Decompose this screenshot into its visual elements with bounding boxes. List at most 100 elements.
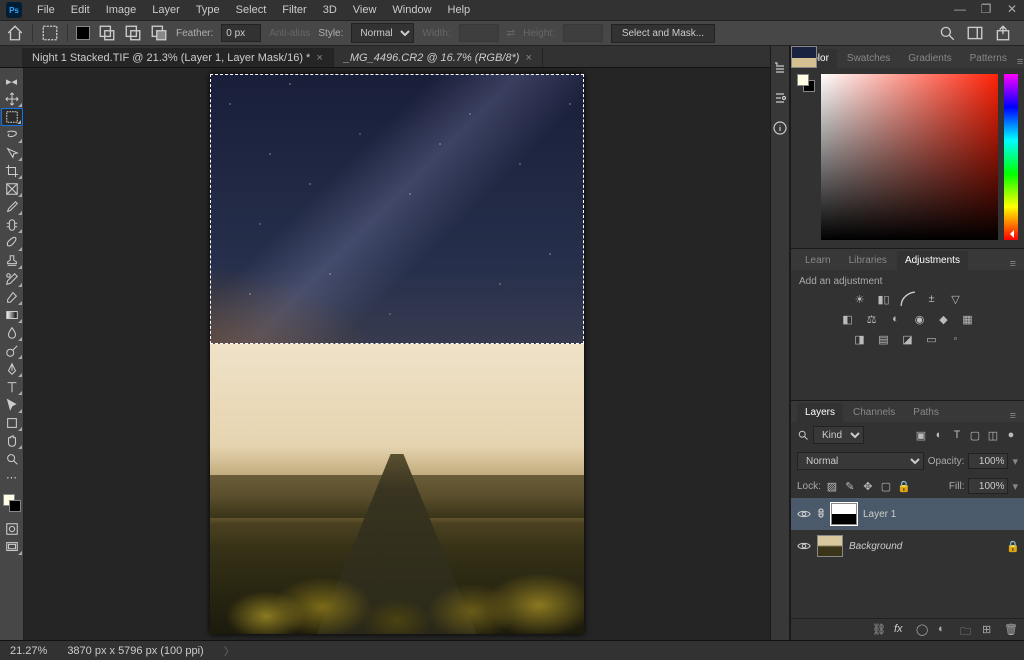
menu-image[interactable]: Image <box>99 2 144 18</box>
document-tab-1[interactable]: Night 1 Stacked.TIF @ 21.3% (Layer 1, La… <box>22 48 334 67</box>
selective-adj-icon[interactable]: ◦ <box>948 332 964 346</box>
marquee-tool-icon[interactable] <box>41 24 59 42</box>
tab-paths[interactable]: Paths <box>905 403 947 422</box>
lock-all-icon[interactable]: 🔒 <box>897 479 911 493</box>
eraser-tool[interactable] <box>1 288 23 306</box>
filter-toggle-icon[interactable]: ● <box>1004 428 1018 442</box>
link-layers-icon[interactable]: ⛓ <box>872 623 886 637</box>
selection-new-icon[interactable] <box>76 26 90 40</box>
hand-tool[interactable] <box>1 432 23 450</box>
tab-close-icon[interactable]: × <box>316 52 322 64</box>
lasso-tool[interactable] <box>1 126 23 144</box>
fill-input[interactable] <box>968 478 1008 494</box>
tab-adjustments[interactable]: Adjustments <box>897 251 968 270</box>
hue-slider[interactable] <box>1004 74 1018 240</box>
fx-icon[interactable]: fx <box>894 623 908 637</box>
share-icon[interactable] <box>994 24 1012 42</box>
select-and-mask-button[interactable]: Select and Mask... <box>611 24 715 43</box>
eyedropper-tool[interactable] <box>1 198 23 216</box>
frame-tool[interactable] <box>1 180 23 198</box>
workspace-icon[interactable] <box>966 24 984 42</box>
zoom-tool[interactable] <box>1 450 23 468</box>
lock-paint-icon[interactable]: ✎ <box>843 479 857 493</box>
exposure-adj-icon[interactable]: ± <box>924 292 940 306</box>
visibility-icon[interactable] <box>797 539 811 553</box>
selection-add-icon[interactable] <box>98 24 116 42</box>
history-brush-tool[interactable] <box>1 270 23 288</box>
filter-smart-icon[interactable]: ◫ <box>986 428 1000 442</box>
tab-layers[interactable]: Layers <box>797 403 843 422</box>
home-icon[interactable] <box>6 24 24 42</box>
panel-menu-icon[interactable]: ≡ <box>1010 258 1018 270</box>
menu-select[interactable]: Select <box>229 2 274 18</box>
lut-adj-icon[interactable]: ▦ <box>960 312 976 326</box>
menu-type[interactable]: Type <box>189 2 227 18</box>
menu-file[interactable]: File <box>30 2 62 18</box>
layer-filter-select[interactable]: Kind <box>813 426 864 444</box>
blur-tool[interactable] <box>1 324 23 342</box>
mask-link-icon[interactable] <box>817 507 825 522</box>
style-select[interactable]: Normal <box>351 23 414 43</box>
tab-gradients[interactable]: Gradients <box>900 49 959 68</box>
type-tool[interactable] <box>1 378 23 396</box>
new-layer-icon[interactable]: ⊞ <box>982 623 996 637</box>
toolbar-more-icon[interactable]: ⋯ <box>1 468 23 486</box>
handles-icon[interactable]: ▸◂ <box>1 72 23 90</box>
restore-icon[interactable]: ❐ <box>978 2 994 16</box>
layer-row[interactable]: Background 🔒 <box>791 530 1024 562</box>
healing-tool[interactable] <box>1 216 23 234</box>
search-icon[interactable] <box>938 24 956 42</box>
stamp-tool[interactable] <box>1 252 23 270</box>
history-panel-icon[interactable] <box>772 60 788 76</box>
opacity-input[interactable] <box>968 453 1008 469</box>
tab-patterns[interactable]: Patterns <box>962 49 1015 68</box>
channel-mixer-adj-icon[interactable]: ◆ <box>936 312 952 326</box>
shape-tool[interactable] <box>1 414 23 432</box>
panel-menu-icon[interactable]: ≡ <box>1010 410 1018 422</box>
threshold-adj-icon[interactable]: ◪ <box>900 332 916 346</box>
panel-menu-icon[interactable]: ≡ <box>1017 56 1024 68</box>
gradmap-adj-icon[interactable]: ▭ <box>924 332 940 346</box>
properties-panel-icon[interactable] <box>772 90 788 106</box>
selection-intersect-icon[interactable] <box>150 24 168 42</box>
dodge-tool[interactable] <box>1 342 23 360</box>
lock-trans-icon[interactable]: ▨ <box>825 479 839 493</box>
quickmask-icon[interactable] <box>1 520 23 538</box>
layer-row[interactable]: Layer 1 <box>791 498 1024 530</box>
add-mask-icon[interactable]: ◯ <box>916 623 930 637</box>
menu-layer[interactable]: Layer <box>145 2 187 18</box>
quick-select-tool[interactable] <box>1 144 23 162</box>
colorbal-adj-icon[interactable]: ⚖ <box>864 312 880 326</box>
new-group-icon[interactable]: 🗀 <box>960 623 974 637</box>
tab-learn[interactable]: Learn <box>797 251 839 270</box>
menu-window[interactable]: Window <box>385 2 438 18</box>
layer-name[interactable]: Background <box>849 541 1000 552</box>
marquee-tool[interactable] <box>1 108 23 126</box>
color-field[interactable] <box>821 74 998 240</box>
filter-shape-icon[interactable]: ▢ <box>968 428 982 442</box>
brightness-adj-icon[interactable]: ☀ <box>852 292 868 306</box>
filter-adj-icon[interactable]: ◐ <box>932 428 946 442</box>
menu-filter[interactable]: Filter <box>275 2 313 18</box>
lock-artb-icon[interactable]: ▢ <box>879 479 893 493</box>
pen-tool[interactable] <box>1 360 23 378</box>
menu-edit[interactable]: Edit <box>64 2 97 18</box>
mask-thumb[interactable] <box>831 503 857 525</box>
lock-pos-icon[interactable]: ✥ <box>861 479 875 493</box>
tab-libraries[interactable]: Libraries <box>841 251 895 270</box>
levels-adj-icon[interactable]: ▮▯ <box>876 292 892 306</box>
document-tab-2[interactable]: _MG_4496.CR2 @ 16.7% (RGB/8*)× <box>334 48 543 67</box>
gradient-tool[interactable] <box>1 306 23 324</box>
path-select-tool[interactable] <box>1 396 23 414</box>
selection-subtract-icon[interactable] <box>124 24 142 42</box>
vibrance-adj-icon[interactable]: ▽ <box>948 292 964 306</box>
new-adj-icon[interactable]: ◐ <box>938 623 952 637</box>
blend-mode-select[interactable]: Normal <box>797 452 924 470</box>
minimize-icon[interactable]: — <box>952 2 968 16</box>
layer-name[interactable]: Layer 1 <box>863 509 1018 520</box>
canvas-workspace[interactable] <box>24 68 770 640</box>
doc-dims-readout[interactable]: 3870 px x 5796 px (100 ppi) <box>67 645 203 657</box>
color-fgbg-swatch[interactable] <box>797 74 815 242</box>
tab-channels[interactable]: Channels <box>845 403 903 422</box>
bw-adj-icon[interactable]: ◐ <box>888 312 904 326</box>
